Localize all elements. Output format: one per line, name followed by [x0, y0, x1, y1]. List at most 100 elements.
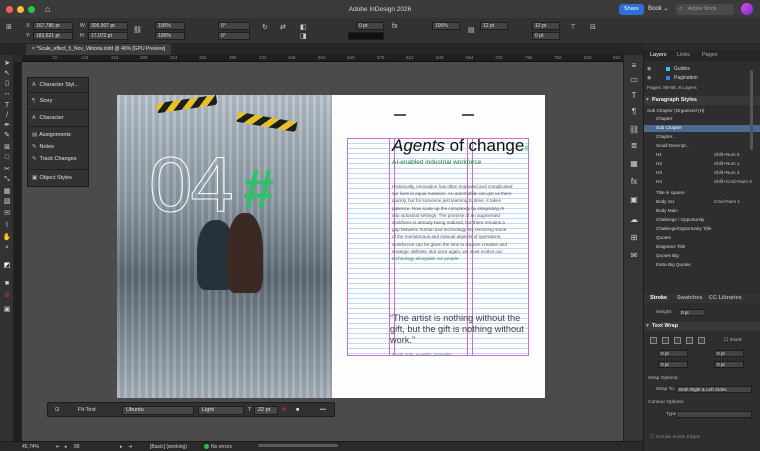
align-icon[interactable]: ⊞ [629, 233, 639, 242]
book-workspace-button[interactable]: Book ⌄ [648, 4, 668, 15]
include-inside-edges-checkbox[interactable]: ☐ Include Inside Edges [650, 435, 700, 440]
collapse-icon[interactable]: ▾ [646, 96, 649, 105]
height-field[interactable]: 17,072 pt [88, 32, 128, 40]
wrap-bounding-box-icon[interactable] [662, 337, 669, 344]
article-subtitle[interactable]: AI-enabled industrial workforce [392, 159, 481, 166]
opacity-field[interactable]: 100% [432, 22, 460, 30]
fit-text-button[interactable]: Fit Text [78, 406, 96, 414]
layer-row-pagination[interactable]: ◉ Pagination [644, 74, 760, 82]
hand-tool-icon[interactable]: ✋ [2, 233, 12, 242]
track-changes-panel-button[interactable]: ✎ Track Changes [32, 156, 77, 162]
zoom-level[interactable]: 45,74% [22, 443, 39, 451]
paragraph-style-row[interactable]: Challenge/Opportunity Title [644, 226, 760, 233]
paragraph-style-row[interactable]: Quotes [644, 235, 760, 242]
zoom-tool-icon[interactable]: ⌕ [2, 243, 12, 252]
collapse-icon[interactable]: ▾ [646, 322, 649, 331]
paragraph-style-row[interactable]: Chapter [644, 116, 760, 123]
view-mode-icon[interactable]: ▣ [2, 305, 12, 314]
font-size-field[interactable]: 22 pt [254, 406, 278, 415]
paragraph-style-row[interactable]: Chapter... [644, 134, 760, 141]
character-panel-button[interactable]: A Character [32, 115, 64, 121]
paragraph-style-row[interactable]: Extra Big Quotes [644, 262, 760, 269]
wrap-to-dropdown[interactable]: Both Right & Left Sides [676, 386, 752, 393]
paragraph-style-row[interactable]: Small Descript... [644, 143, 760, 150]
rectangle-frame-tool-icon[interactable]: ⊠ [2, 143, 12, 152]
user-avatar[interactable] [741, 3, 753, 15]
font-style-dropdown[interactable]: Light [198, 406, 244, 415]
stroke-swatch-icon[interactable]: ◨ [300, 32, 307, 40]
fill-none-icon[interactable]: ⊘ [282, 406, 287, 414]
selection-tool-icon[interactable]: ➤ [2, 59, 12, 68]
tab-cc-libraries[interactable]: CC Libraries [709, 294, 742, 303]
paragraph-style-row[interactable]: H3 Shift+Num 3 [644, 170, 760, 177]
layer-row-guides[interactable]: ◉ Guides [644, 65, 760, 73]
paragraph-style-row[interactable]: Diagrams Title [644, 244, 760, 251]
more-options-button[interactable]: ••• [320, 406, 326, 414]
gradient-tool-icon[interactable]: ▦ [2, 187, 12, 196]
constrain-proportions-icon[interactable]: ⛓ [133, 26, 142, 34]
y-position-field[interactable]: 183,621 pt [33, 32, 73, 40]
reference-point-icon[interactable]: ⊞ [6, 23, 12, 31]
zoom-window-button[interactable] [28, 5, 35, 13]
tab-layers[interactable]: Layers [650, 50, 667, 61]
article-body[interactable]: Historically, innovation has often impro… [392, 183, 530, 262]
paragraph-style-row[interactable]: H4 Shift+Cmd+Num 4 [644, 179, 760, 186]
close-window-button[interactable] [6, 5, 13, 13]
text-frame-options-icon[interactable]: ▤ [468, 26, 475, 34]
vertical-ruler[interactable] [14, 62, 22, 441]
preflight-status[interactable]: No errors [204, 443, 232, 451]
rectangle-tool-icon[interactable]: □ [2, 153, 12, 162]
paragraph-style-row[interactable]: Quotes Big [644, 253, 760, 260]
shear-field[interactable]: 0° [218, 32, 250, 40]
chapter-hash[interactable]: # [243, 161, 274, 217]
libraries-icon[interactable]: ☁ [629, 215, 639, 224]
links-icon[interactable]: ⛓ [629, 125, 639, 134]
tab-links[interactable]: Links [677, 50, 690, 61]
article-title[interactable]: Agents of change# [392, 136, 529, 156]
text-wrap-icon[interactable]: ▣ [629, 195, 639, 204]
pencil-tool-icon[interactable]: ✎ [2, 131, 12, 140]
document-tab[interactable]: × *Scale_effect_5_Nov_Viktoria.indd @ 46… [26, 44, 172, 55]
wrap-bottom-offset[interactable]: 0 pt [658, 361, 688, 368]
tab-swatches[interactable]: Swatches [677, 294, 702, 303]
pages-icon[interactable]: ▭ [629, 75, 639, 84]
column-width-field[interactable]: 12 pt [532, 22, 560, 30]
fill-swatch-icon[interactable]: ◧ [300, 23, 307, 31]
swatches-icon[interactable]: ▦ [629, 159, 639, 168]
scale-y-field[interactable]: 100% [155, 32, 185, 40]
paragraph-style-row[interactable]: Body Main [644, 208, 760, 215]
x-position-field[interactable]: 167,786 pt [33, 22, 73, 30]
minimize-window-button[interactable] [17, 5, 24, 13]
share-button[interactable]: Share [619, 4, 644, 15]
adobe-stock-search[interactable]: ⌕ Adobe Stock [676, 4, 734, 15]
paragraph-style-row[interactable]: Body 1st Cmd+Num 1 [644, 199, 760, 206]
pull-quote[interactable]: “The artist is nothing without the gift,… [390, 313, 530, 346]
type-panel-icon[interactable]: T [629, 91, 639, 100]
baseline-field[interactable]: 0 pt [532, 32, 560, 40]
width-field[interactable]: 306,507 pt [88, 22, 128, 30]
wrap-right-offset[interactable]: 0 pt [714, 361, 744, 368]
jump-next-column-icon[interactable] [698, 337, 705, 344]
line-tool-icon[interactable]: / [2, 111, 12, 120]
page-number-field[interactable]: 89 [74, 443, 80, 451]
visibility-eye-icon[interactable]: ◉ [647, 74, 651, 82]
flip-icon[interactable]: ⇄ [280, 23, 286, 31]
pen-tool-icon[interactable]: ✒ [2, 121, 12, 130]
contour-type-dropdown[interactable] [676, 411, 752, 418]
gradient-feather-tool-icon[interactable]: ▧ [2, 197, 12, 206]
home-icon[interactable]: ⌂ [45, 4, 50, 14]
tab-pages[interactable]: Pages [702, 50, 718, 61]
font-family-dropdown[interactable]: Ubuntu [122, 406, 194, 415]
last-page-icon[interactable]: ⇥ [128, 443, 132, 451]
text-wrap-header[interactable]: ▾ Text Wrap [644, 322, 760, 331]
apply-none-icon[interactable]: ⊘ [2, 291, 12, 300]
paragraph-style-row[interactable]: Sub Chapter (Organized (H) [644, 108, 760, 115]
note-tool-icon[interactable]: ✉ [2, 209, 12, 218]
assignments-panel-button[interactable]: ▤ Assignments [32, 132, 71, 138]
color-swatch-icon[interactable]: ■ [296, 406, 299, 414]
story-panel-button[interactable]: ¶ Story [32, 98, 52, 104]
gutter-field[interactable]: 12 pt [480, 22, 508, 30]
first-page-icon[interactable]: ⇤ [56, 443, 60, 451]
gap-tool-icon[interactable]: ↔ [2, 89, 12, 98]
wrap-left-offset[interactable]: 0 pt [714, 350, 744, 357]
